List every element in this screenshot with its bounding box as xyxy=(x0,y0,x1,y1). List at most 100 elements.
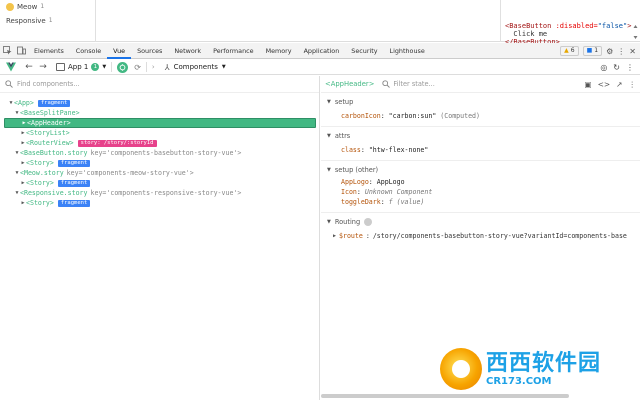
app-selector[interactable]: App 1 1 ▼ xyxy=(56,63,106,71)
tree-node[interactable]: ▶ <AppHeader> xyxy=(4,118,316,128)
component-name: <App> xyxy=(14,99,34,107)
tree-node[interactable]: ▶ <StoryList> xyxy=(0,128,319,138)
tree-node[interactable]: ▶ <Story> fragment xyxy=(0,198,319,208)
prop-key: AppLogo xyxy=(341,178,369,186)
tab-network[interactable]: Network xyxy=(168,43,207,59)
tree-node[interactable]: ▶ <RouterView> story: /story/:storyId xyxy=(0,138,319,148)
tree-node[interactable]: ▼ <Responsive.story key='components-respon… xyxy=(0,188,319,198)
filter-state-input[interactable]: Filter state... xyxy=(382,80,435,88)
forward-arrow-icon[interactable]: → xyxy=(36,62,50,72)
state-prop[interactable]: AppLogo: AppLogo xyxy=(321,177,640,187)
warnings-badge[interactable]: ▲ 6 xyxy=(560,46,579,56)
component-key-label: key= xyxy=(66,169,83,177)
code-icon[interactable]: <> xyxy=(598,80,611,89)
chevron-down-icon: ▼ xyxy=(327,99,331,105)
tree-node[interactable]: ▼ <BaseButton.story key='components-basebu… xyxy=(0,148,319,158)
tree-node[interactable]: ▼ <Meow.story key='components-meow-story-v… xyxy=(0,168,319,178)
component-name: <BaseButton.story xyxy=(20,149,88,157)
tree-node[interactable]: ▶ <Story> fragment xyxy=(0,158,319,168)
tab-lighthouse[interactable]: Lighthouse xyxy=(384,43,431,59)
watermark-text: 西西软件园 CR173.COM xyxy=(486,350,602,387)
story-count: 1 xyxy=(40,3,45,10)
tab-elements[interactable]: Elements xyxy=(28,43,70,59)
timeline-icon[interactable]: ⟳ xyxy=(134,63,141,72)
component-name: <Story> xyxy=(26,159,54,167)
warning-icon: ▲ xyxy=(564,47,569,54)
section-toggle[interactable]: ▼ setup (other) xyxy=(321,165,640,175)
story-label: Responsive xyxy=(6,17,46,25)
tab-console[interactable]: Console xyxy=(70,43,107,59)
tab-vue[interactable]: Vue xyxy=(107,43,132,59)
component-key-value: 'components-basebutton-story-vue'> xyxy=(106,149,242,157)
vue-logo-icon xyxy=(6,62,16,72)
tree-node[interactable]: ▶ <Story> fragment xyxy=(0,178,319,188)
selected-component-name: <AppHeader> xyxy=(325,80,375,88)
open-in-editor-icon[interactable]: ↗ xyxy=(616,80,622,89)
view-label: Components xyxy=(173,63,218,71)
more-options-icon[interactable]: ⋮ xyxy=(629,80,637,89)
target-icon[interactable]: ◎ xyxy=(600,63,607,72)
watermark-url: CR173.COM xyxy=(486,375,552,387)
components-view-button[interactable] xyxy=(117,61,129,73)
fragment-badge: fragment xyxy=(57,179,91,187)
app-window-icon xyxy=(56,63,65,71)
site-watermark: 西西软件园 CR173.COM xyxy=(440,347,630,391)
refresh-icon[interactable]: ↻ xyxy=(613,63,620,72)
issues-badge[interactable]: ■ 1 xyxy=(582,46,603,56)
watermark-brand: 西西软件园 xyxy=(486,350,602,376)
prop-annotation: (Computed) xyxy=(440,112,480,120)
tab-sources[interactable]: Sources xyxy=(131,43,168,59)
device-toolbar-icon[interactable] xyxy=(14,43,28,59)
component-name: <AppHeader> xyxy=(27,119,71,127)
component-name: <RouterView> xyxy=(26,139,74,147)
story-label: Meow xyxy=(17,3,38,11)
app-label: App 1 xyxy=(68,63,89,71)
chevron-down-icon: ▼ xyxy=(327,167,331,173)
component-search[interactable]: Find components... xyxy=(0,76,319,93)
section-toggle[interactable]: ▼ setup xyxy=(321,97,640,107)
prop-value: f (value) xyxy=(388,198,425,206)
component-name: <Story> xyxy=(26,199,54,207)
prop-value: "htw-flex-none" xyxy=(368,146,429,154)
more-options-icon[interactable]: ⋮ xyxy=(617,47,625,56)
warnings-count: 6 xyxy=(570,47,575,54)
tab-memory[interactable]: Memory xyxy=(260,43,298,59)
section-toggle[interactable]: ▼ attrs xyxy=(321,131,640,141)
route-prop[interactable]: ▶ $route: /story/components-basebutton-s… xyxy=(321,231,640,242)
section-title: attrs xyxy=(334,132,351,140)
tab-security[interactable]: Security xyxy=(345,43,383,59)
section-toggle[interactable]: ▼ Routing xyxy=(321,217,640,227)
story-item-responsive[interactable]: Responsive 1 xyxy=(0,14,95,28)
inspector-icon xyxy=(119,63,126,71)
horizontal-scrollbar[interactable] xyxy=(321,394,569,398)
inspector-actions: ▣ <> ↗ ⋮ xyxy=(585,76,636,93)
search-placeholder: Find components... xyxy=(17,80,80,88)
issues-icon: ■ xyxy=(586,47,593,54)
back-arrow-icon[interactable]: ← xyxy=(22,62,36,72)
scroll-arrows-icon[interactable] xyxy=(633,24,638,40)
route-badge: story: /story/:storyId xyxy=(77,139,157,147)
tab-application[interactable]: Application xyxy=(298,43,346,59)
fragment-badge: fragment xyxy=(57,159,91,167)
story-item-meow[interactable]: Meow 1 xyxy=(0,0,95,14)
view-selector[interactable]: ⅄ Components ▼ xyxy=(165,63,226,72)
search-icon xyxy=(382,80,391,88)
state-prop[interactable]: toggleDark: f (value) xyxy=(321,197,640,207)
prop-key: carbonIcon xyxy=(341,112,381,120)
more-options-icon[interactable]: ⋮ xyxy=(626,63,634,72)
prop-value: /story/components-basebutton-story-vue?v… xyxy=(372,232,627,240)
state-prop[interactable]: class: "htw-flex-none" xyxy=(321,145,640,155)
state-prop[interactable]: carbonIcon: "carbon:sun" (Computed) xyxy=(321,111,640,121)
tree-node[interactable]: ▼ <App> fragment xyxy=(0,98,319,108)
state-prop[interactable]: Icon: Unknown Component xyxy=(321,187,640,197)
tab-performance[interactable]: Performance xyxy=(207,43,260,59)
scroll-to-component-icon[interactable]: ▣ xyxy=(585,80,592,89)
devtools-tab-bar: Elements Console Vue Sources Network Per… xyxy=(0,43,640,59)
chevron-down-icon: ▼ xyxy=(327,133,331,139)
inspect-element-icon[interactable] xyxy=(0,43,14,59)
code-attr: :disabled= xyxy=(551,22,598,30)
tree-node[interactable]: ▼ <BaseSplitPane> xyxy=(0,108,319,118)
component-name: <Meow.story xyxy=(20,169,64,177)
close-devtools-icon[interactable]: ✕ xyxy=(629,47,636,56)
settings-gear-icon[interactable]: ⚙ xyxy=(606,47,613,56)
